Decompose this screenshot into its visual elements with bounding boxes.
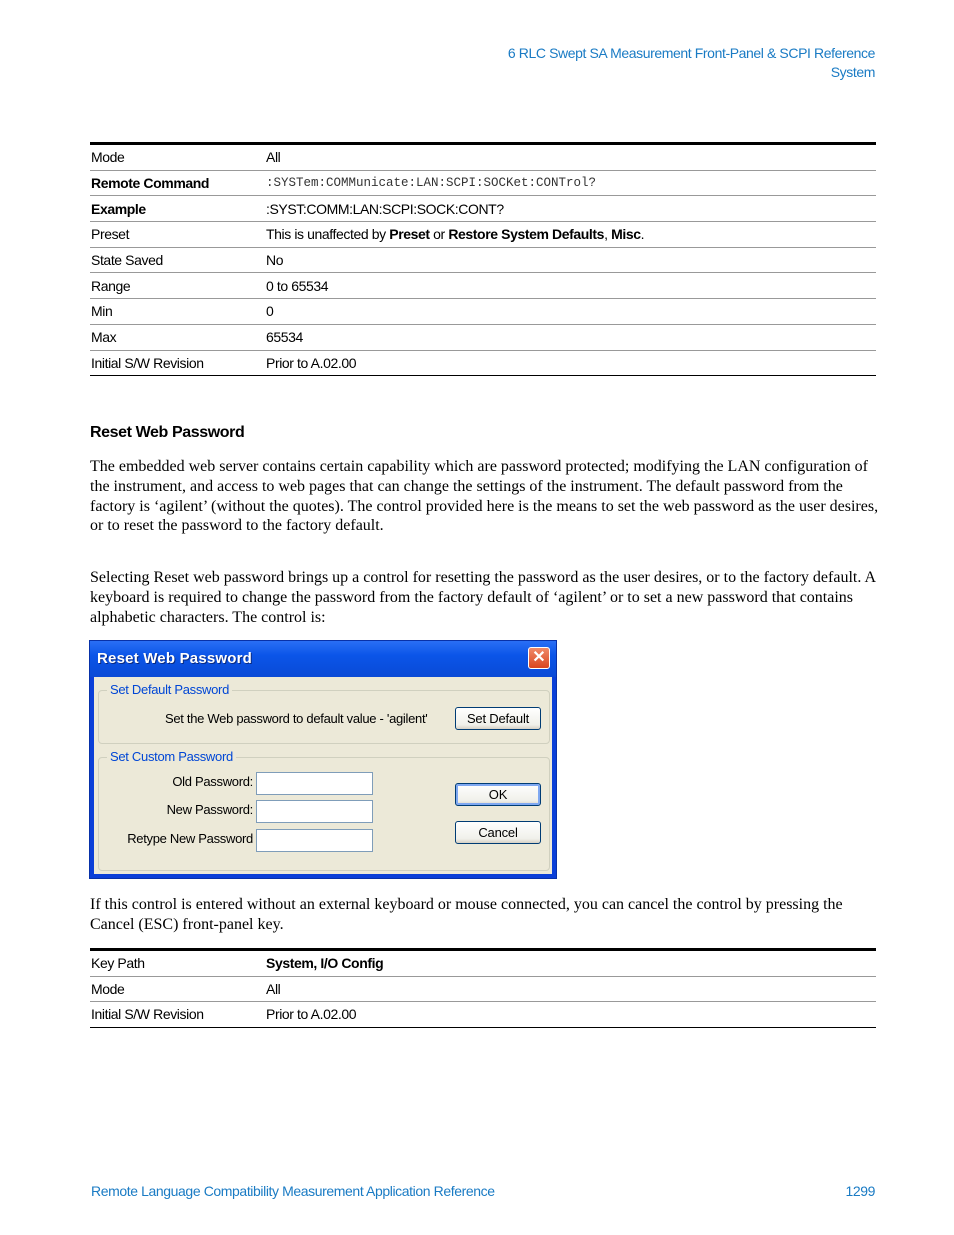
old-password-label: Old Password: [172,774,253,789]
preset-text: , [604,226,612,243]
section-heading: Reset Web Password [90,424,245,441]
page-number: 1299 [845,1183,875,1199]
row-value: 65534 [265,324,876,351]
new-password-label: New Password: [166,802,254,817]
new-password-input[interactable] [256,800,373,823]
row-value: No [265,247,876,274]
set-default-button[interactable]: Set Default [455,707,541,730]
group-legend: Set Custom Password [107,749,236,764]
set-default-password-group: Set Default Password Set the Web passwor… [98,682,550,744]
row-key: Initial S/W Revision [90,1001,265,1028]
row-key: Preset [90,221,265,248]
group-legend: Set Default Password [107,682,233,697]
ok-button[interactable]: OK [455,783,541,806]
row-key: Remote Command [90,170,265,197]
body-paragraph: If this control is entered without an ex… [90,896,843,933]
row-key: Key Path [90,949,265,977]
table-row: State Saved No [90,247,876,274]
dialog-titlebar[interactable]: Reset Web Password ✕ [90,641,556,677]
table-row: Mode All [90,143,876,171]
row-value: 0 to 65534 [265,272,876,300]
socket-control-parameter-table: Mode All Remote Command :SYSTem:COMMunic… [90,142,876,377]
old-password-input[interactable] [256,772,373,795]
preset-text: This is unaffected by [266,226,390,243]
key-path: System, I/O Config [265,949,876,977]
table-row: Range 0 to 65534 [90,272,876,300]
restore-defaults-key-ref: Restore System Defaults [448,226,605,243]
dialog-body: Set Default Password Set the Web passwor… [94,677,552,874]
example-command: :SYST:COMM:LAN:SCPI:SOCK:CONT? [265,195,876,223]
row-key: Mode [90,976,265,1002]
table-row: Initial S/W Revision Prior to A.02.00 [90,1001,876,1028]
table-row: Preset This is unaffected by Preset or R… [90,221,876,248]
row-key: State Saved [90,247,265,274]
retype-password-input[interactable] [256,829,373,852]
chapter-title: 6 RLC Swept SA Measurement Front-Panel &… [507,45,875,61]
table-row: Min 0 [90,298,876,325]
table-row: Initial S/W Revision Prior to A.02.00 [90,350,876,377]
preset-text: or [429,226,449,243]
table-row: Example :SYST:COMM:LAN:SCPI:SOCK:CONT? [90,195,876,223]
row-value: All [265,976,876,1002]
row-value: All [265,143,876,171]
row-key: Range [90,272,265,300]
close-icon: ✕ [532,649,546,666]
cancel-button[interactable]: Cancel [455,821,541,844]
row-key: Max [90,324,265,351]
table-row: Mode All [90,976,876,1002]
footer-document-title: Remote Language Compatibility Measuremen… [91,1183,495,1199]
table-row: Key Path System, I/O Config [90,949,876,977]
row-value: 0 [265,298,876,325]
section-name: System [830,64,876,80]
row-key: Mode [90,143,265,171]
page-header: 6 RLC Swept SA Measurement Front-Panel &… [508,44,875,82]
row-key: Initial S/W Revision [90,350,265,377]
reset-web-password-dialog: Reset Web Password ✕ Set Default Passwor… [89,640,557,879]
default-description: Set the Web password to default value - … [165,711,428,726]
preset-key-ref: Preset [389,226,430,243]
table-row: Max 65534 [90,324,876,351]
row-key: Example [90,195,265,223]
preset-text: . [640,226,645,243]
row-value: This is unaffected by Preset or Restore … [265,221,876,248]
reset-password-parameter-table: Key Path System, I/O Config Mode All Ini… [90,948,876,1028]
misc-key-ref: Misc [611,226,641,243]
remote-command: :SYSTem:COMMunicate:LAN:SCPI:SOCKet:CONT… [265,170,876,197]
row-value: Prior to A.02.00 [265,350,876,377]
table-row: Remote Command :SYSTem:COMMunicate:LAN:S… [90,170,876,197]
dialog-title: Reset Web Password [97,650,253,667]
body-paragraph: The embedded web server contains certain… [90,458,879,535]
close-button[interactable]: ✕ [528,647,550,669]
body-paragraph: Selecting Reset web password brings up a… [90,569,876,626]
retype-password-label: Retype New Password [127,831,253,846]
set-custom-password-group: Set Custom Password Old Password: New Pa… [98,749,550,871]
row-key: Min [90,298,265,325]
row-value: Prior to A.02.00 [265,1001,876,1028]
